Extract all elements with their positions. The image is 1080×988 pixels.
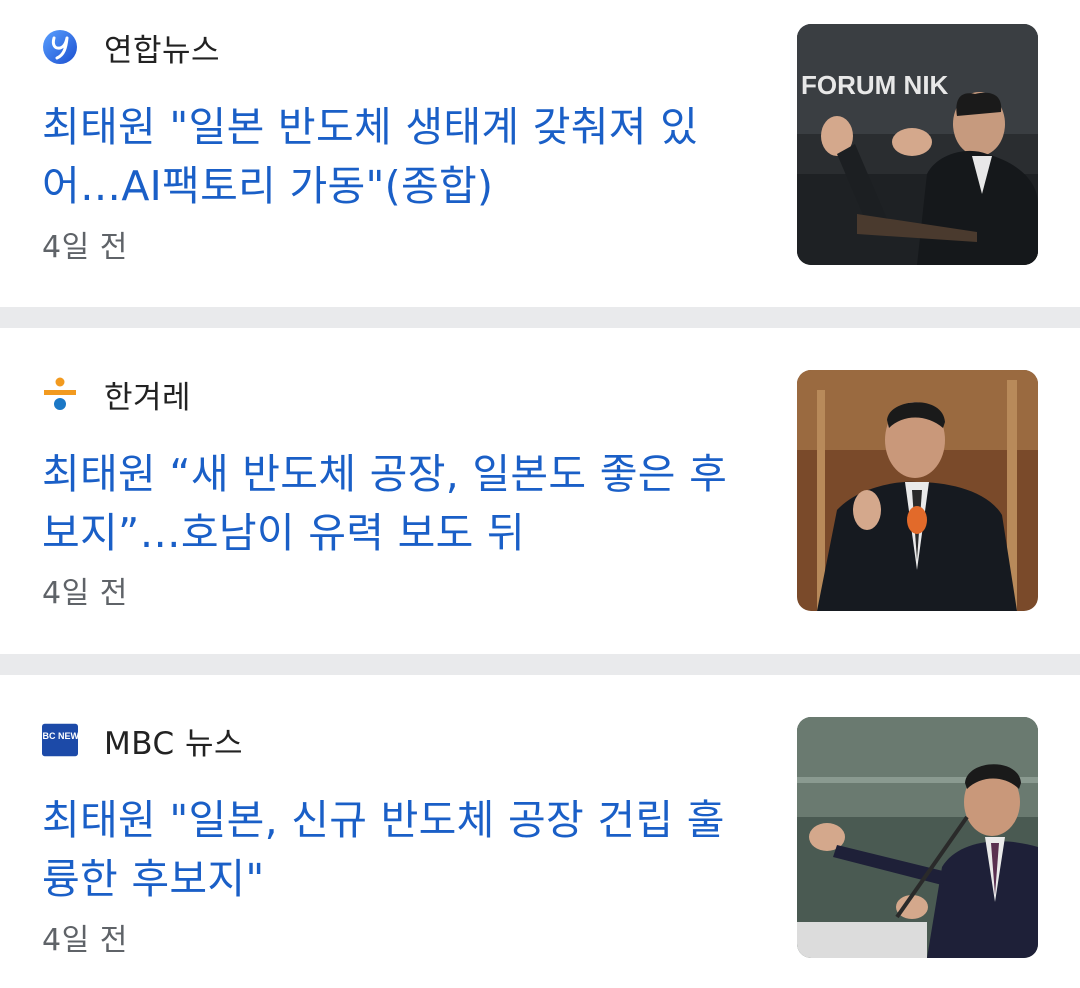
published-time: 4일 전 — [42, 230, 128, 265]
news-card[interactable]: MBC NEWS MBC 뉴스 최태원 "일본, 신규 반도체 공장 건립 훌륭… — [0, 675, 1080, 988]
source-row[interactable]: MBC NEWS MBC 뉴스 — [42, 718, 243, 762]
source-row[interactable]: 한겨레 — [42, 372, 191, 416]
thumbnail-image[interactable]: FORUM NIK — [797, 24, 1038, 265]
headline-link[interactable]: 최태원 "일본 반도체 생태계 갖춰져 있어…AI팩토리 가동"(종합) — [42, 98, 762, 216]
thumbnail-image[interactable] — [797, 370, 1038, 611]
published-time: 4일 전 — [42, 923, 128, 958]
mbc-logo-text: MBC NEWS — [42, 731, 78, 741]
mbc-news-logo-icon: MBC NEWS — [42, 722, 78, 758]
news-card[interactable]: 한겨레 최태원 “새 반도체 공장, 일본도 좋은 후보지”…호남이 유력 보도… — [0, 328, 1080, 654]
source-name: MBC 뉴스 — [104, 725, 244, 762]
published-time: 4일 전 — [42, 576, 128, 611]
news-feed: 연합뉴스 최태원 "일본 반도체 생태계 갖춰져 있어…AI팩토리 가동"(종합… — [0, 0, 1080, 988]
headline-link[interactable]: 최태원 “새 반도체 공장, 일본도 좋은 후보지”…호남이 유력 보도 뒤 — [42, 445, 762, 563]
news-card[interactable]: 연합뉴스 최태원 "일본 반도체 생태계 갖춰져 있어…AI팩토리 가동"(종합… — [0, 0, 1080, 307]
headline-link[interactable]: 최태원 "일본, 신규 반도체 공장 건립 훌륭한 후보지" — [42, 791, 762, 909]
card-divider — [0, 654, 1080, 675]
yonhap-logo-icon — [42, 29, 78, 65]
source-name: 연합뉴스 — [104, 32, 221, 69]
thumbnail-caption: FORUM NIK — [801, 70, 949, 100]
thumbnail-image[interactable] — [797, 717, 1038, 958]
source-row[interactable]: 연합뉴스 — [42, 25, 220, 69]
source-name: 한겨레 — [104, 379, 192, 416]
hankyoreh-logo-icon — [42, 376, 78, 412]
card-divider — [0, 307, 1080, 328]
